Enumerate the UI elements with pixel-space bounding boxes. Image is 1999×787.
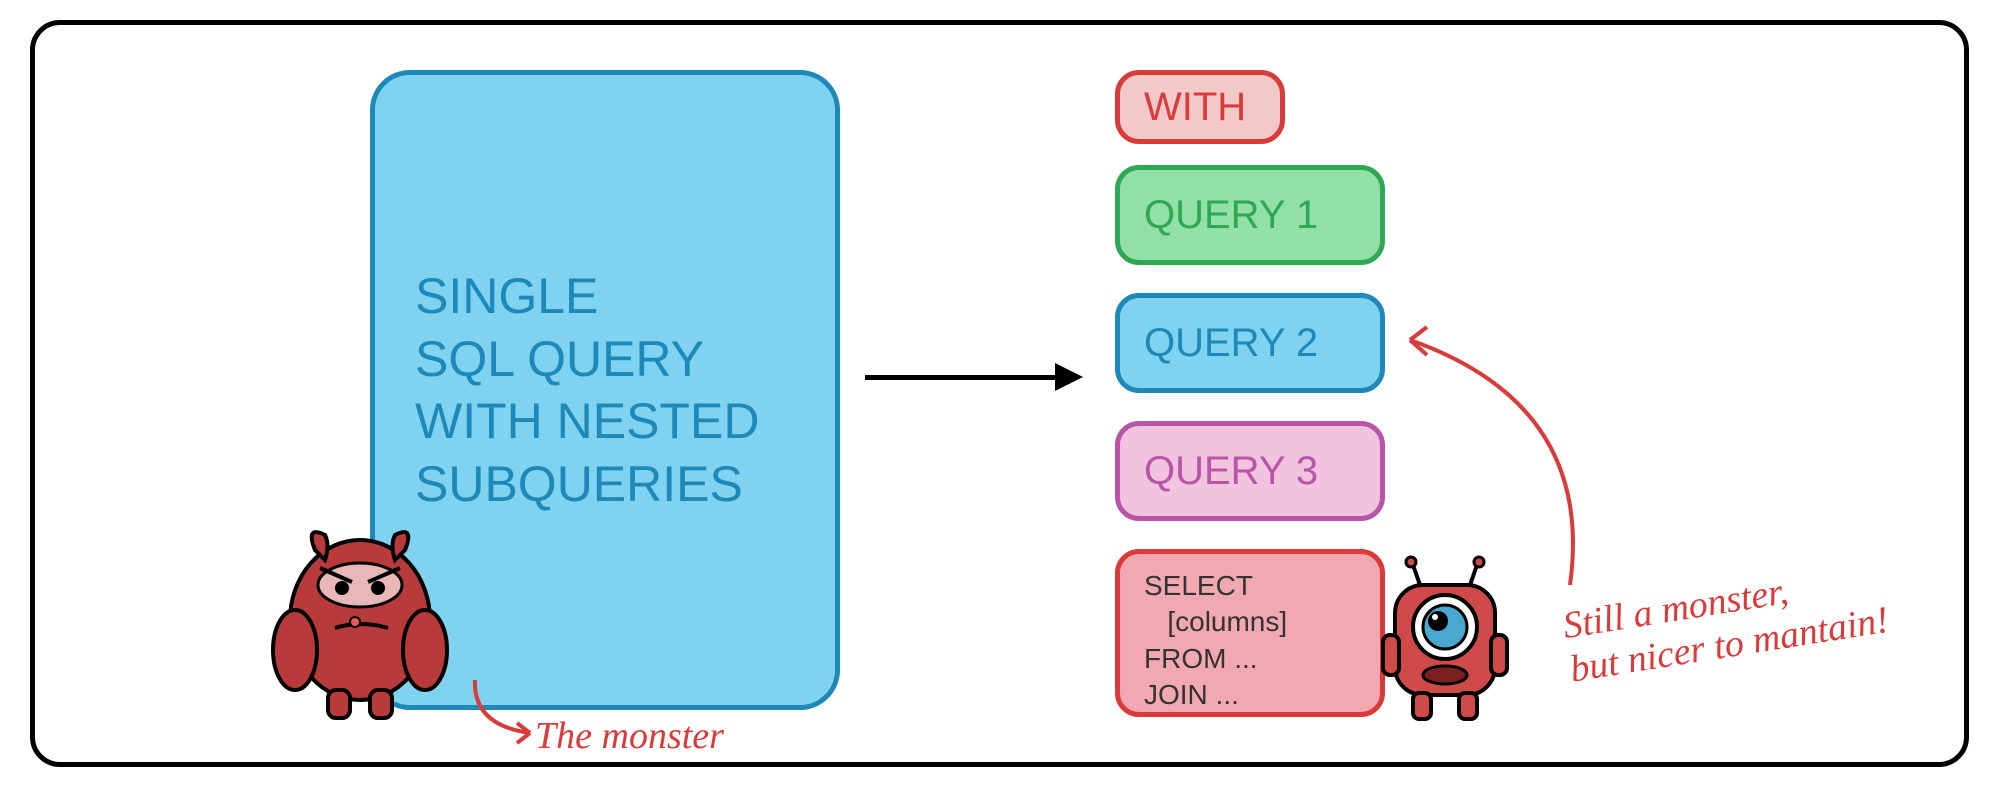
arrow-head-icon [1055,363,1083,391]
query1-box: QUERY 1 [1115,165,1385,265]
query1-label: QUERY 1 [1144,193,1318,238]
left-query-text: SINGLE SQL QUERY WITH NESTED SUBQUERIES [415,265,759,515]
annotation-arrow-right-icon [1395,285,1605,595]
query2-box: QUERY 2 [1115,293,1385,393]
with-box: WITH [1115,70,1285,144]
monster-angry-icon [260,510,460,720]
select-box: SELECT [columns] FROM ... JOIN ... [1115,549,1385,717]
with-label: WITH [1144,85,1246,130]
annotation-right: Still a monster, but nicer to mantain! [1560,555,1892,692]
diagram-frame: SINGLE SQL QUERY WITH NESTED SUBQUERIES … [30,20,1969,767]
query3-label: QUERY 3 [1144,449,1318,494]
query2-label: QUERY 2 [1144,321,1318,366]
annotation-arrow-left-icon [435,675,545,755]
query3-box: QUERY 3 [1115,421,1385,521]
select-text: SELECT [columns] FROM ... JOIN ... [1144,568,1287,714]
annotation-left: The monster [535,715,724,759]
arrow-line [865,375,1065,380]
